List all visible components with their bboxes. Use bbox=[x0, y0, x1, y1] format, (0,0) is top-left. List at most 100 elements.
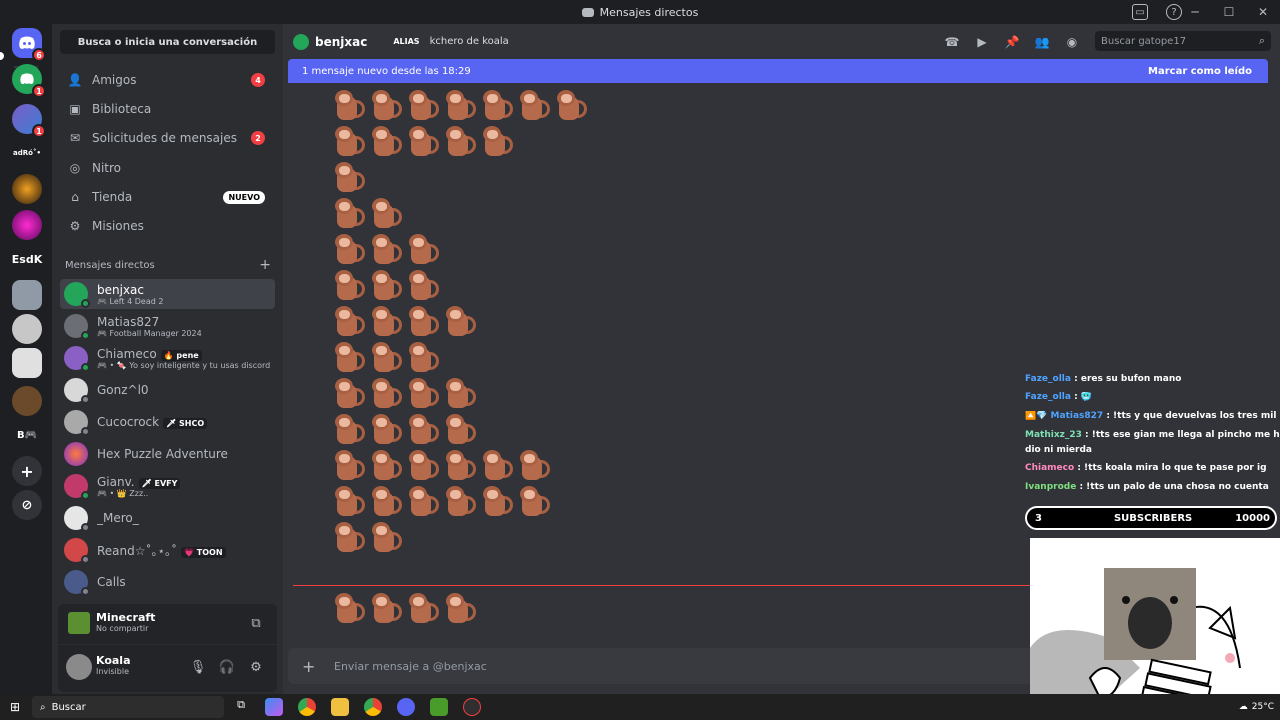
message-line[interactable] bbox=[333, 196, 407, 232]
dm-item-benjxac[interactable]: benjxac 🎮 Left 4 Dead 2 bbox=[60, 279, 275, 309]
server-11[interactable]: B🎮 bbox=[12, 420, 42, 450]
search-placeholder: Buscar gatope17 bbox=[1101, 35, 1187, 47]
headphones-icon[interactable]: 🎧 bbox=[219, 659, 235, 675]
mark-read-button[interactable]: Marcar como leído bbox=[1148, 66, 1252, 77]
monkey-emoji bbox=[333, 484, 370, 520]
dm-item-gianv[interactable]: Gianv. 🗡 EVFY 🎮 • 👑 Zzz.. bbox=[60, 471, 275, 501]
minecraft-taskbar-icon[interactable] bbox=[430, 698, 448, 716]
chat-header: benjxac ALIAS kchero de koala ☎ ▶ 📌 👥 ◉ … bbox=[283, 24, 1280, 59]
chrome-profile-icon[interactable] bbox=[364, 698, 382, 716]
create-dm-icon[interactable]: + bbox=[259, 257, 271, 273]
profile-icon[interactable]: ◉ bbox=[1064, 34, 1080, 50]
message-line[interactable] bbox=[333, 520, 407, 556]
server-4[interactable] bbox=[12, 174, 42, 204]
new-messages-banner[interactable]: 1 mensaje nuevo desde las 18:29 Marcar c… bbox=[288, 59, 1268, 83]
screen-share-icon[interactable]: ⧉ bbox=[248, 615, 264, 631]
pin-icon[interactable]: 📌 bbox=[1004, 34, 1020, 50]
message-line[interactable] bbox=[333, 484, 555, 520]
message-line[interactable] bbox=[333, 340, 444, 376]
message-line[interactable] bbox=[333, 88, 592, 124]
video-call-icon[interactable]: ▶ bbox=[974, 34, 990, 50]
message-line[interactable] bbox=[333, 376, 481, 412]
obs-taskbar-icon[interactable] bbox=[463, 698, 481, 716]
dm-activity: 🎮 Left 4 Dead 2 bbox=[97, 296, 164, 306]
dm-item-mero[interactable]: _Mero_ bbox=[60, 503, 275, 533]
nav-library[interactable]: ▣ Biblioteca bbox=[60, 95, 275, 123]
server-6[interactable]: EsdK bbox=[12, 244, 42, 274]
nav-nitro[interactable]: ◎ Nitro bbox=[60, 154, 275, 182]
message-line[interactable] bbox=[333, 124, 518, 160]
server-8[interactable] bbox=[12, 314, 42, 344]
dm-name: Calls bbox=[97, 575, 126, 589]
chrome-icon[interactable] bbox=[298, 698, 316, 716]
settings-gear-icon[interactable]: ⚙ bbox=[248, 659, 264, 675]
find-conversation-button[interactable]: Busca o inicia una conversación bbox=[60, 30, 275, 54]
add-server-button[interactable]: + bbox=[12, 456, 42, 486]
monkey-emoji bbox=[407, 412, 444, 448]
copilot-icon[interactable] bbox=[265, 698, 283, 716]
new-messages-divider bbox=[293, 585, 1033, 586]
maximize-button[interactable]: ☐ bbox=[1212, 5, 1246, 19]
subscriber-goal-bar: 3 SUBSCRIBERS 10000 bbox=[1025, 506, 1277, 530]
user-info[interactable]: Koala Invisible bbox=[96, 654, 131, 676]
server-3[interactable]: adRó˚• bbox=[12, 138, 42, 168]
inbox-icon[interactable]: ▭ bbox=[1132, 4, 1148, 20]
stream-chat-message: 🔼💎 Matias827 : !tts y que devuelvas los … bbox=[1025, 411, 1280, 421]
webcam-overlay bbox=[1030, 538, 1280, 718]
explore-servers-icon[interactable]: ⊘ bbox=[12, 490, 42, 520]
dm-item-matias827[interactable]: Matias827 🎮 Football Manager 2024 bbox=[60, 311, 275, 341]
discord-taskbar-icon[interactable] bbox=[397, 698, 415, 716]
message-line[interactable] bbox=[333, 160, 370, 196]
search-icon: ⌕ bbox=[1258, 34, 1265, 47]
dm-name: _Mero_ bbox=[97, 511, 139, 525]
message-line[interactable] bbox=[333, 304, 481, 340]
channel-sidebar: Busca o inicia una conversación 👤 Amigos… bbox=[52, 24, 283, 694]
dm-name: Hex Puzzle Adventure bbox=[97, 447, 228, 461]
monkey-emoji bbox=[333, 196, 370, 232]
dm-item-reand[interactable]: Reand☆˚｡⋆｡˚ 💗 TOON bbox=[60, 535, 275, 565]
user-avatar[interactable] bbox=[66, 654, 92, 680]
nav-friends[interactable]: 👤 Amigos 4 bbox=[60, 66, 275, 94]
count-badge: 2 bbox=[251, 131, 265, 145]
nav-label: Solicitudes de mensajes bbox=[92, 131, 238, 145]
close-button[interactable]: ✕ bbox=[1246, 5, 1280, 19]
message-line[interactable] bbox=[333, 232, 444, 268]
server-7[interactable] bbox=[12, 280, 42, 310]
add-friends-icon[interactable]: 👥 bbox=[1034, 34, 1050, 50]
task-view-icon[interactable]: ⧉ bbox=[232, 698, 250, 716]
message-line[interactable] bbox=[333, 412, 481, 448]
dm-item-cucocrock[interactable]: Cucocrock 🗡 SHCO bbox=[60, 407, 275, 437]
dm-item-chiameco[interactable]: Chiameco 🔥 pene 🎮 • 🍬 Yo soy inteligente y… bbox=[60, 343, 275, 373]
taskbar-search[interactable]: ⌕ Buscar bbox=[32, 696, 224, 718]
voice-call-icon[interactable]: ☎ bbox=[944, 34, 960, 50]
nav-shop[interactable]: ⌂ Tienda NUEVO bbox=[60, 183, 275, 211]
monkey-emoji bbox=[370, 484, 407, 520]
microphone-icon[interactable]: 🎙 bbox=[190, 659, 207, 675]
server-dm-benjxac[interactable]: 1 bbox=[12, 64, 46, 98]
dm-activity: 🎮 • 👑 Zzz.. bbox=[97, 488, 149, 498]
temperature: 25°C bbox=[1251, 702, 1274, 712]
nav-quests[interactable]: ⚙ Misiones bbox=[60, 212, 275, 240]
dm-item-calls[interactable]: Calls bbox=[60, 567, 275, 597]
avatar bbox=[64, 314, 90, 340]
message-line[interactable] bbox=[333, 591, 481, 627]
stream-chat-message: Chiameco : !tts koala mira lo que te pas… bbox=[1025, 463, 1280, 473]
monkey-emoji bbox=[518, 448, 555, 484]
dm-item-hex-puzzle[interactable]: Hex Puzzle Adventure bbox=[60, 439, 275, 469]
message-line[interactable] bbox=[333, 448, 555, 484]
server-10[interactable] bbox=[12, 386, 42, 416]
attach-plus-icon[interactable]: + bbox=[302, 657, 320, 676]
minimize-button[interactable]: ─ bbox=[1178, 5, 1212, 19]
server-9[interactable] bbox=[12, 348, 42, 378]
windows-start-icon[interactable]: ⊞ bbox=[10, 700, 20, 714]
message-line[interactable] bbox=[333, 268, 444, 304]
file-explorer-icon[interactable] bbox=[331, 698, 349, 716]
avatar bbox=[64, 282, 90, 308]
discord-home-button[interactable]: 6 bbox=[12, 28, 46, 62]
dm-item-gonz[interactable]: Gonz^l0 bbox=[60, 375, 275, 405]
server-5[interactable] bbox=[12, 210, 42, 240]
search-input[interactable]: Buscar gatope17 ⌕ bbox=[1095, 31, 1271, 51]
server-2[interactable]: 1 bbox=[12, 104, 46, 138]
nav-message-requests[interactable]: ✉ Solicitudes de mensajes 2 bbox=[60, 124, 275, 152]
discord-logo-icon bbox=[19, 36, 35, 49]
